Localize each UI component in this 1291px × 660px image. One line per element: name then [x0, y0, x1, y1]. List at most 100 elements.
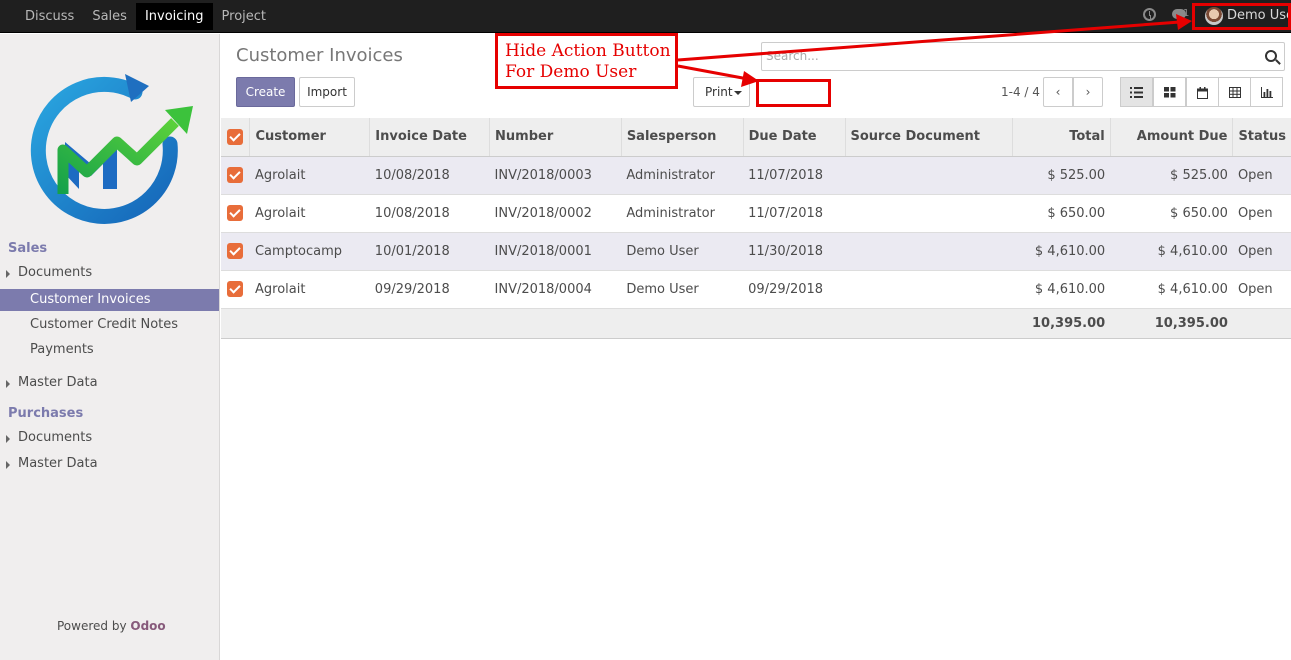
sidebar-item-label: Master Data [18, 456, 98, 471]
sidebar-item-payments[interactable]: Payments [0, 339, 219, 361]
sidebar-item-label: Customer Invoices [30, 292, 151, 307]
row-checkbox[interactable] [227, 205, 243, 221]
create-button[interactable]: Create [236, 77, 295, 107]
bar-chart-icon [1260, 87, 1273, 98]
pager-previous-button[interactable]: ‹ [1043, 77, 1073, 107]
sidebar-item-sales-master-data[interactable]: Master Data [0, 372, 219, 394]
sidebar: Sales Documents Customer Invoices Custom… [0, 34, 220, 660]
column-header[interactable]: Source Document [845, 118, 1013, 157]
cell-total: $ 4,610.00 [1012, 270, 1111, 309]
pager-next-button[interactable]: › [1073, 77, 1103, 107]
search-icon[interactable] [1265, 50, 1277, 62]
sum-total: 10,395.00 [1012, 307, 1111, 339]
pager-value[interactable]: 1-4 / 4 [1001, 85, 1040, 99]
import-button[interactable]: Import [299, 77, 355, 107]
row-checkbox[interactable] [227, 243, 243, 259]
totals-spacer [845, 307, 1013, 339]
row-checkbox[interactable] [227, 167, 243, 183]
cell-customer: Camptocamp [249, 232, 370, 271]
column-header[interactable]: Salesperson [621, 118, 744, 157]
company-logo [30, 74, 193, 224]
totals-spacer [621, 307, 744, 339]
cell-amount-due: $ 4,610.00 [1110, 232, 1233, 271]
list-view-icon [1130, 87, 1143, 98]
table-header-row: Customer Invoice Date Number Salesperson… [221, 118, 1291, 157]
activity-clock-icon[interactable] [1143, 8, 1156, 21]
select-all-cell [221, 118, 251, 157]
kanban-view-button[interactable] [1153, 77, 1186, 107]
hidden-action-highlight-box [756, 79, 831, 107]
column-header[interactable]: Amount Due [1110, 118, 1234, 157]
sum-amount-due: 10,395.00 [1110, 307, 1233, 339]
row-checkbox[interactable] [227, 281, 243, 297]
cell-salesperson: Administrator [621, 156, 744, 195]
column-header[interactable]: Number [489, 118, 622, 157]
caret-down-icon [734, 91, 742, 95]
cell-source-document [845, 232, 1013, 271]
sidebar-item-label: Documents [18, 265, 93, 280]
cell-invoice-date: 10/08/2018 [369, 156, 490, 195]
sidebar-item-label: Customer Credit Notes [30, 317, 179, 332]
column-header[interactable]: Status [1232, 118, 1291, 157]
table-row[interactable]: Agrolait 09/29/2018 INV/2018/0004 Demo U… [221, 270, 1291, 309]
cell-status: Open [1232, 194, 1291, 233]
select-all-checkbox[interactable] [227, 128, 243, 145]
sidebar-item-label: Payments [30, 342, 94, 357]
table-row[interactable]: Camptocamp 10/01/2018 INV/2018/0001 Demo… [221, 232, 1291, 271]
cell-total: $ 650.00 [1012, 194, 1111, 233]
cell-status: Open [1232, 270, 1291, 309]
pivot-view-icon [1228, 87, 1241, 98]
cell-invoice-date: 10/08/2018 [369, 194, 490, 233]
annotation-line-2: For Demo User [505, 62, 637, 82]
cell-number: INV/2018/0001 [489, 232, 622, 271]
caret-right-icon [6, 435, 10, 443]
sidebar-section-sales: Sales [8, 241, 48, 256]
column-header[interactable]: Total [1012, 118, 1111, 157]
calendar-view-button[interactable] [1186, 77, 1219, 107]
cell-customer: Agrolait [249, 194, 370, 233]
cell-total: $ 525.00 [1012, 156, 1111, 195]
sidebar-item-customer-credit-notes[interactable]: Customer Credit Notes [0, 314, 219, 336]
messages-count-badge: 1 [1183, 8, 1190, 19]
menu-discuss[interactable]: Discuss [16, 3, 83, 30]
sidebar-section-purchases: Purchases [8, 406, 84, 421]
cell-salesperson: Demo User [621, 270, 744, 309]
top-navbar: Discuss Sales Invoicing Project [0, 0, 1291, 33]
print-label: Print [705, 85, 733, 99]
menu-project[interactable]: Project [213, 3, 275, 30]
row-select-cell [221, 156, 250, 195]
page-title: Customer Invoices [236, 45, 403, 66]
menu-invoicing[interactable]: Invoicing [135, 3, 213, 30]
table-row[interactable]: Agrolait 10/08/2018 INV/2018/0002 Admini… [221, 194, 1291, 233]
powered-by: Powered by Odoo [57, 619, 166, 633]
list-view-button[interactable] [1120, 77, 1153, 107]
cell-source-document [845, 270, 1013, 309]
cell-amount-due: $ 525.00 [1110, 156, 1233, 195]
invoices-table: Customer Invoice Date Number Salesperson… [221, 118, 1291, 339]
cell-customer: Agrolait [249, 270, 370, 309]
odoo-link[interactable]: Odoo [130, 619, 165, 633]
print-dropdown-button[interactable]: Print [693, 77, 750, 107]
column-header[interactable]: Invoice Date [369, 118, 491, 157]
sidebar-item-purchases-documents[interactable]: Documents [0, 427, 219, 449]
sidebar-item-purchases-master-data[interactable]: Master Data [0, 453, 219, 475]
app-menu: Discuss Sales Invoicing Project [16, 3, 275, 30]
cell-salesperson: Administrator [621, 194, 744, 233]
cell-due-date: 11/30/2018 [743, 232, 845, 271]
column-header[interactable]: Customer [249, 118, 371, 157]
user-highlight-box [1192, 3, 1291, 30]
annotation-line-1: Hide Action Button [505, 41, 671, 61]
totals-spacer [489, 307, 622, 339]
sidebar-item-customer-invoices[interactable]: Customer Invoices [0, 289, 219, 311]
cell-amount-due: $ 4,610.00 [1110, 270, 1233, 309]
menu-sales[interactable]: Sales [83, 3, 136, 30]
search-input[interactable] [766, 46, 1246, 66]
cell-amount-due: $ 650.00 [1110, 194, 1233, 233]
caret-right-icon [6, 380, 10, 388]
column-header[interactable]: Due Date [743, 118, 846, 157]
graph-view-button[interactable] [1250, 77, 1283, 107]
totals-spacer [1232, 307, 1291, 339]
pivot-view-button[interactable] [1218, 77, 1251, 107]
table-row[interactable]: Agrolait 10/08/2018 INV/2018/0003 Admini… [221, 156, 1291, 195]
sidebar-item-sales-documents[interactable]: Documents [0, 262, 219, 284]
